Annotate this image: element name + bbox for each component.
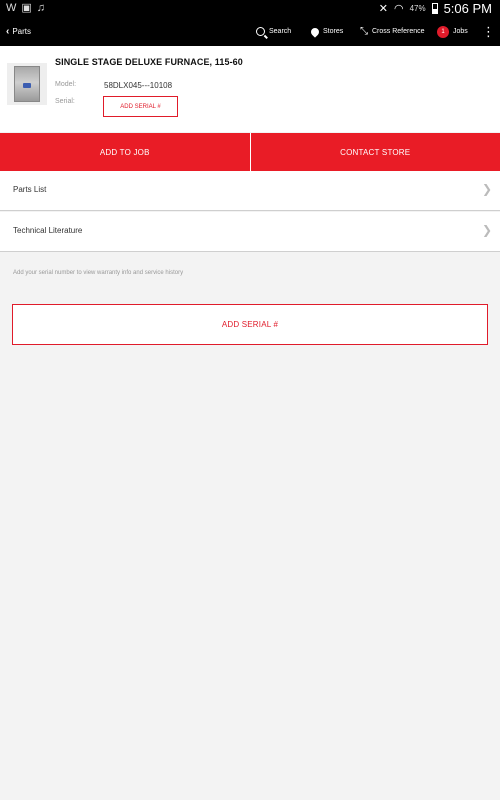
model-label: Model: <box>55 81 77 88</box>
add-serial-large-button[interactable]: ADD SERIAL # <box>12 304 488 345</box>
serial-hint-text: Add your serial number to view warranty … <box>13 270 184 276</box>
clock: 5:06 PM <box>443 1 492 16</box>
product-title: SINGLE STAGE DELUXE FURNACE, 115-60 <box>55 57 243 67</box>
app-notification-icon: W <box>6 2 17 14</box>
product-header: SINGLE STAGE DELUXE FURNACE, 115-60 Mode… <box>0 46 500 132</box>
model-value: 58DLX045---10108 <box>104 81 173 90</box>
add-to-job-button[interactable]: ADD TO JOB <box>0 133 250 172</box>
app-bar: ‹ Parts Search Stores ⤡ Cross Reference … <box>0 17 500 46</box>
nav-search-label: Search <box>269 28 292 35</box>
map-pin-icon <box>309 25 321 38</box>
jobs-count-badge: 1 <box>437 25 449 38</box>
chevron-left-icon: ‹ <box>6 26 10 37</box>
back-button[interactable]: ‹ Parts <box>6 17 31 46</box>
status-bar: W ▣ ♫ ✕ ◠ 47% 5:06 PM <box>0 0 500 17</box>
wifi-icon: ◠ <box>393 3 404 15</box>
back-label: Parts <box>12 27 32 36</box>
list-item-parts-list[interactable]: Parts List ❯ <box>0 171 500 211</box>
image-notification-icon: ▣ <box>21 2 32 14</box>
contact-store-button[interactable]: CONTACT STORE <box>250 133 500 172</box>
nav-stores[interactable]: Stores <box>309 17 344 46</box>
more-vert-icon: ⋮ <box>482 23 495 39</box>
product-image <box>7 63 47 105</box>
search-icon <box>256 27 265 36</box>
notification-icons: W ▣ ♫ <box>6 2 45 15</box>
action-buttons: ADD TO JOB CONTACT STORE <box>0 133 500 172</box>
list-item-label: Technical Literature <box>13 226 83 235</box>
nav-cross-reference[interactable]: ⤡ Cross Reference <box>360 17 425 46</box>
cross-reference-icon: ⤡ <box>360 26 368 37</box>
add-serial-button[interactable]: ADD SERIAL # <box>103 96 178 117</box>
system-status: ✕ ◠ 47% 5:06 PM <box>379 1 492 16</box>
music-notification-icon: ♫ <box>36 2 46 14</box>
chevron-right-icon: ❯ <box>481 223 492 237</box>
serial-label: Serial: <box>55 98 75 105</box>
list-item-label: Parts List <box>13 185 47 194</box>
furnace-image <box>14 66 40 102</box>
nav-cross-reference-label: Cross Reference <box>372 28 425 35</box>
nav-search[interactable]: Search <box>256 17 291 46</box>
chevron-right-icon: ❯ <box>481 182 492 196</box>
nav-jobs-label: Jobs <box>453 28 468 35</box>
battery-icon <box>431 3 438 14</box>
overflow-menu-button[interactable]: ⋮ <box>482 17 495 46</box>
nav-stores-label: Stores <box>323 28 344 35</box>
nav-jobs[interactable]: 1 Jobs <box>437 17 468 46</box>
list-item-technical-literature[interactable]: Technical Literature ❯ <box>0 212 500 252</box>
battery-percent: 47% <box>409 4 426 13</box>
mute-icon: ✕ <box>378 3 388 15</box>
